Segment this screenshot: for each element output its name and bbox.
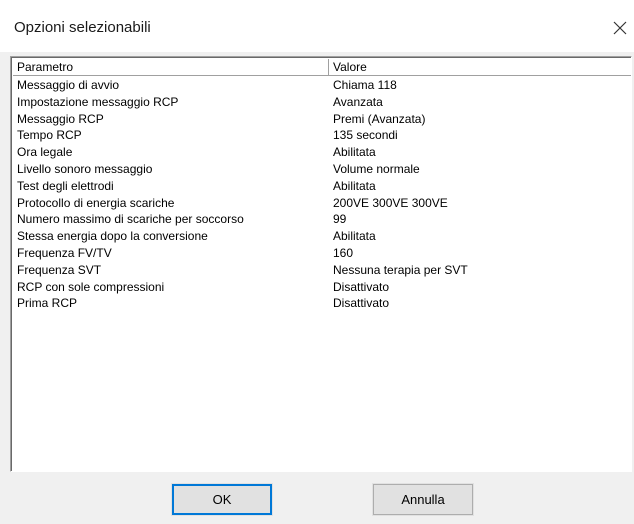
row-parameter: Tempo RCP bbox=[17, 128, 82, 143]
row-parameter: Prima RCP bbox=[17, 296, 78, 311]
list-row[interactable]: Frequenza FV/TV 160 bbox=[13, 245, 631, 262]
list-row[interactable]: Messaggio RCP Premi (Avanzata) bbox=[13, 111, 631, 128]
list-row[interactable]: Impostazione messaggio RCP Avanzata bbox=[13, 94, 631, 111]
row-value: Avanzata bbox=[333, 94, 383, 109]
row-value: Premi (Avanzata) bbox=[333, 111, 426, 126]
list-row[interactable]: Protocollo di energia scariche 200VE 300V… bbox=[13, 195, 631, 212]
list-row[interactable]: Numero massimo di scariche per soccorso 9… bbox=[13, 211, 631, 228]
row-parameter: Stessa energia dopo la conversione bbox=[17, 229, 208, 244]
row-value: Nessuna terapia per SVT bbox=[333, 262, 468, 277]
column-header-valore[interactable]: Valore bbox=[329, 59, 631, 76]
row-value: Abilitata bbox=[333, 229, 376, 244]
close-icon bbox=[613, 21, 627, 35]
row-parameter: Messaggio di avvio bbox=[17, 78, 120, 92]
list-rows: Messaggio di avvio Chiama 118 Impostazione… bbox=[13, 77, 631, 312]
column-header-parametro[interactable]: Parametro bbox=[13, 59, 329, 76]
row-parameter: Protocollo di energia scariche bbox=[17, 195, 175, 210]
row-parameter: RCP con sole compressioni bbox=[17, 279, 165, 294]
window-title: Opzioni selezionabili bbox=[14, 19, 151, 36]
row-value: Abilitata bbox=[333, 178, 376, 193]
row-value: Abilitata bbox=[333, 145, 376, 160]
list-row[interactable]: Tempo RCP 135 secondi bbox=[13, 127, 631, 144]
list-row[interactable]: Test degli elettrodi Abilitata bbox=[13, 178, 631, 195]
row-parameter: Ora legale bbox=[17, 145, 73, 160]
row-parameter: Messaggio RCP bbox=[17, 111, 104, 126]
close-button[interactable] bbox=[606, 12, 634, 44]
list-row[interactable]: Stessa energia dopo la conversione Abilit… bbox=[13, 228, 631, 245]
row-parameter: Test degli elettrodi bbox=[17, 178, 114, 193]
title-bar: Opzioni selezionabili bbox=[0, 0, 634, 52]
row-value: 200VE 300VE 300VE bbox=[333, 195, 448, 210]
ok-button[interactable]: OK bbox=[171, 483, 273, 516]
row-value: Disattivato bbox=[333, 279, 390, 294]
row-value: 99 bbox=[333, 212, 347, 227]
row-value: Volume normale bbox=[333, 161, 420, 176]
row-parameter: Frequenza FV/TV bbox=[17, 245, 112, 260]
row-value: Chiama 118 bbox=[333, 78, 397, 92]
row-parameter: Frequenza SVT bbox=[17, 262, 102, 277]
options-list[interactable]: Parametro Valore Messaggio di avvio Chiam… bbox=[10, 56, 632, 472]
list-row[interactable]: Ora legale Abilitata bbox=[13, 144, 631, 161]
list-row[interactable]: RCP con sole compressioni Disattivato bbox=[13, 279, 631, 296]
row-value: 135 secondi bbox=[333, 128, 398, 143]
list-row[interactable]: Livello sonoro messaggio Volume normale bbox=[13, 161, 631, 178]
list-row[interactable]: Frequenza SVT Nessuna terapia per SVT bbox=[13, 262, 631, 279]
list-row[interactable]: Prima RCP Disattivato bbox=[13, 295, 631, 312]
cancel-button[interactable]: Annulla bbox=[372, 483, 474, 516]
row-value: 160 bbox=[333, 245, 354, 260]
options-dialog: Opzioni selezionabili Parametro Valore M… bbox=[0, 0, 634, 524]
list-row[interactable]: Messaggio di avvio Chiama 118 bbox=[13, 77, 631, 94]
row-parameter: Livello sonoro messaggio bbox=[17, 161, 153, 176]
row-parameter: Numero massimo di scariche per soccorso bbox=[17, 212, 244, 227]
list-header: Parametro Valore bbox=[13, 59, 631, 76]
row-parameter: Impostazione messaggio RCP bbox=[17, 94, 179, 109]
row-value: Disattivato bbox=[333, 296, 390, 311]
